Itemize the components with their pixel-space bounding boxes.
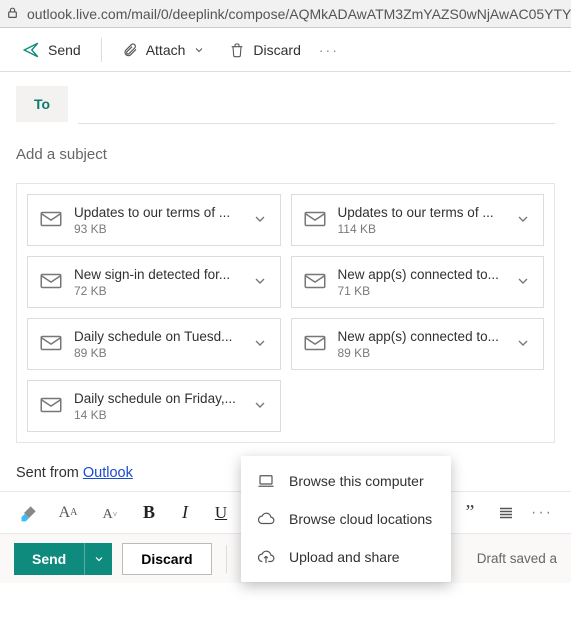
lock-icon: [6, 6, 19, 22]
discard-label: Discard: [253, 42, 300, 58]
paperclip-icon: [122, 42, 138, 58]
attachment-size: 14 KB: [74, 408, 238, 422]
attachment-options-button[interactable]: [248, 207, 272, 234]
attachment-card[interactable]: New sign-in detected for... 72 KB: [27, 256, 281, 308]
attachment-options-button[interactable]: [248, 269, 272, 296]
attachment-size: 89 KB: [74, 346, 238, 360]
font-decrease-button[interactable]: A˅: [90, 499, 130, 531]
menu-label: Browse cloud locations: [289, 511, 432, 527]
cloud-upload-icon: [257, 548, 275, 566]
font-increase-button[interactable]: AA: [48, 497, 88, 529]
divider: [101, 38, 102, 62]
attachment-card[interactable]: Daily schedule on Friday,... 14 KB: [27, 380, 281, 432]
attachment-card[interactable]: Updates to our terms of ... 114 KB: [291, 194, 545, 246]
menu-label: Upload and share: [289, 549, 400, 565]
attachment-card[interactable]: Daily schedule on Tuesd... 89 KB: [27, 318, 281, 370]
attachment-size: 114 KB: [338, 222, 502, 236]
attachment-options-button[interactable]: [511, 269, 535, 296]
discard-button-top[interactable]: Discard: [219, 36, 310, 64]
align-icon: [497, 504, 515, 522]
to-label[interactable]: To: [16, 86, 68, 122]
to-row: To: [16, 86, 555, 124]
attachment-title: Updates to our terms of ...: [74, 205, 238, 220]
divider: [226, 545, 227, 573]
attachment-card[interactable]: New app(s) connected to... 89 KB: [291, 318, 545, 370]
attachment-size: 71 KB: [338, 284, 502, 298]
send-icon: [22, 41, 40, 59]
more-button-top[interactable]: ···: [315, 36, 343, 64]
menu-upload-share[interactable]: Upload and share: [241, 538, 451, 576]
laptop-icon: [257, 472, 275, 490]
send-split-button: Send: [14, 543, 112, 575]
attach-menu: Browse this computer Browse cloud locati…: [241, 456, 451, 582]
menu-browse-cloud[interactable]: Browse cloud locations: [241, 500, 451, 538]
envelope-icon: [302, 330, 328, 359]
cloud-icon: [257, 510, 275, 528]
italic-button[interactable]: I: [168, 497, 202, 529]
attachment-card[interactable]: Updates to our terms of ... 93 KB: [27, 194, 281, 246]
attachment-info: Updates to our terms of ... 114 KB: [338, 205, 502, 236]
envelope-icon: [302, 206, 328, 235]
trash-icon: [229, 42, 245, 58]
compose-toolbar: Send Attach Discard ···: [0, 28, 571, 72]
attachment-info: Updates to our terms of ... 93 KB: [74, 205, 238, 236]
menu-browse-computer[interactable]: Browse this computer: [241, 462, 451, 500]
envelope-icon: [38, 330, 64, 359]
attachment-info: Daily schedule on Friday,... 14 KB: [74, 391, 238, 422]
browser-url-bar: outlook.live.com/mail/0/deeplink/compose…: [0, 0, 571, 28]
attach-label: Attach: [146, 42, 186, 58]
compose-area: To Updates to our terms of ...93 KBUpdat…: [0, 72, 571, 443]
bold-button[interactable]: B: [132, 497, 166, 529]
envelope-icon: [302, 268, 328, 297]
attachment-title: New app(s) connected to...: [338, 329, 502, 344]
envelope-icon: [38, 392, 64, 421]
ellipsis-icon: ···: [319, 42, 339, 58]
subject-input[interactable]: [16, 124, 555, 177]
underline-button[interactable]: U: [204, 497, 238, 529]
attachment-title: Updates to our terms of ...: [338, 205, 502, 220]
send-button[interactable]: Send: [14, 543, 84, 575]
chevron-down-icon: [93, 553, 105, 565]
discard-button[interactable]: Discard: [122, 543, 211, 575]
quote-button[interactable]: ”: [453, 497, 487, 529]
attachment-title: New sign-in detected for...: [74, 267, 238, 282]
attach-button-top[interactable]: Attach: [112, 36, 216, 64]
send-button-top[interactable]: Send: [12, 35, 91, 65]
menu-label: Browse this computer: [289, 473, 424, 489]
attachment-options-button[interactable]: [511, 207, 535, 234]
attachment-size: 93 KB: [74, 222, 238, 236]
attachment-options-button[interactable]: [248, 331, 272, 358]
attachment-info: New app(s) connected to... 89 KB: [338, 329, 502, 360]
attachment-options-button[interactable]: [511, 331, 535, 358]
attachment-info: New sign-in detected for... 72 KB: [74, 267, 238, 298]
attachment-info: New app(s) connected to... 71 KB: [338, 267, 502, 298]
chevron-down-icon: [193, 44, 205, 56]
signature-link[interactable]: Outlook: [83, 465, 133, 481]
attachment-title: New app(s) connected to...: [338, 267, 502, 282]
attachment-options-button[interactable]: [248, 393, 272, 420]
align-button[interactable]: [489, 497, 523, 529]
highlight-icon: [19, 503, 39, 523]
send-options-button[interactable]: [84, 543, 112, 575]
attachment-title: Daily schedule on Tuesd...: [74, 329, 238, 344]
envelope-icon: [38, 206, 64, 235]
attachment-card[interactable]: New app(s) connected to... 71 KB: [291, 256, 545, 308]
attachment-size: 89 KB: [338, 346, 502, 360]
attachment-title: Daily schedule on Friday,...: [74, 391, 238, 406]
to-input[interactable]: [78, 86, 555, 124]
signature-prefix: Sent from: [16, 465, 83, 481]
highlight-button[interactable]: [12, 497, 46, 529]
attachments-container: Updates to our terms of ...93 KBUpdates …: [16, 183, 555, 443]
envelope-icon: [38, 268, 64, 297]
draft-status: Draft saved a: [477, 551, 557, 566]
url-text: outlook.live.com/mail/0/deeplink/compose…: [27, 6, 571, 22]
format-more-button[interactable]: ···: [525, 497, 559, 529]
send-label: Send: [48, 42, 81, 58]
attachment-size: 72 KB: [74, 284, 238, 298]
attachment-info: Daily schedule on Tuesd... 89 KB: [74, 329, 238, 360]
